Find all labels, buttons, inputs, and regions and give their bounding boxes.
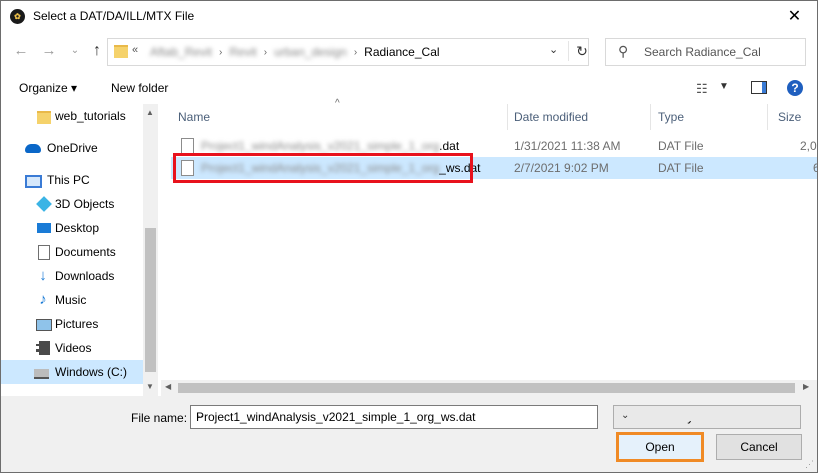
breadcrumb-current[interactable]: Radiance_Cal [364, 45, 439, 59]
nav-item-label: 3D Objects [55, 197, 115, 211]
file-type-dropdown-icon[interactable]: ⌄ [618, 410, 795, 421]
resize-grip-icon[interactable]: ⋰ [805, 459, 814, 470]
navigation-pane: web_tutorials OneDrive This PC 3D Object… [1, 104, 159, 396]
nav-item-label: This PC [47, 173, 90, 187]
column-header-date[interactable]: Date modified [508, 104, 651, 130]
address-bar[interactable]: « Aftab_Revit › Revit › urban_design › R… [107, 38, 589, 66]
title-bar: ✿ Select a DAT/DA/ILL/MTX File ✕ [1, 1, 817, 32]
recent-locations-chevron-icon[interactable]: ⌄ [65, 41, 85, 61]
videos-icon [36, 341, 50, 355]
breadcrumb-item[interactable]: urban_design [274, 45, 347, 59]
file-type: DAT File [658, 161, 704, 175]
selected-file-highlight [173, 153, 473, 183]
close-icon[interactable]: ✕ [772, 1, 817, 32]
preview-pane-icon[interactable] [751, 81, 767, 94]
onedrive-icon [25, 144, 41, 153]
nav-item-pictures[interactable]: Pictures [1, 312, 143, 336]
chevron-right-icon[interactable]: › [354, 47, 357, 58]
breadcrumb: Aftab_Revit › Revit › urban_design › Rad… [150, 45, 440, 59]
nav-item-label: Music [55, 293, 87, 307]
nav-item-label: Documents [55, 245, 116, 259]
organize-button[interactable]: Organize ▾ [19, 81, 77, 95]
file-date: 1/31/2021 11:38 AM [514, 139, 621, 153]
up-arrow-icon[interactable]: ↑ [87, 41, 107, 61]
scroll-left-icon[interactable]: ◀ [165, 382, 171, 391]
nav-item-web-tutorials[interactable]: web_tutorials [1, 104, 143, 128]
forward-arrow-icon[interactable]: → [39, 41, 59, 61]
window-title: Select a DAT/DA/ILL/MTX File [33, 9, 195, 23]
nav-item-label: Pictures [55, 317, 99, 331]
folder-icon [37, 111, 51, 124]
search-icon: ⚲ [618, 43, 629, 59]
nav-item-music[interactable]: ♪ Music [1, 288, 143, 312]
nav-item-documents[interactable]: Documents [1, 240, 143, 264]
scrollbar-thumb[interactable] [145, 228, 156, 372]
file-list: ^ Name Date modified Type Size Project1_… [161, 98, 817, 396]
back-arrow-icon[interactable]: ← [11, 41, 31, 61]
nav-item-label: Downloads [55, 269, 115, 283]
nav-item-label: Desktop [55, 221, 100, 235]
help-icon[interactable]: ? [787, 80, 803, 96]
command-bar: Organize ▾ New folder ☷ ▼ ? [1, 72, 817, 104]
breadcrumb-item[interactable]: Revit [229, 45, 256, 59]
file-type-select[interactable]: Radiance/Daysim Calculation F ⌄ [613, 405, 801, 429]
file-name-field[interactable]: Project1_windAnalysis_v2021_simple_1_org… [190, 405, 598, 429]
navigation-bar: ← → ⌄ ↑ « Aftab_Revit › Revit › urban_de… [1, 32, 817, 72]
desktop-icon [37, 223, 51, 233]
music-icon: ♪ [39, 291, 47, 308]
horizontal-scrollbar[interactable]: ◀ ▶ [161, 380, 817, 396]
view-options-icon[interactable]: ☷ [696, 81, 708, 97]
open-button[interactable]: Open [616, 432, 704, 462]
address-overflow[interactable]: « [132, 44, 138, 56]
file-date: 2/7/2021 9:02 PM [514, 161, 609, 175]
folder-icon [114, 45, 128, 58]
nav-item-windows-c[interactable]: Windows (C:) [1, 360, 143, 384]
file-open-dialog: ✿ Select a DAT/DA/ILL/MTX File ✕ ← → ⌄ ↑… [0, 0, 818, 473]
cancel-button[interactable]: Cancel [716, 434, 802, 460]
nav-item-this-pc[interactable]: This PC [1, 168, 143, 192]
3d-objects-icon [36, 196, 52, 212]
file-size: 2,02 [800, 139, 817, 153]
scroll-right-icon[interactable]: ▶ [803, 382, 809, 391]
nav-item-videos[interactable]: Videos [1, 336, 143, 360]
column-header-name[interactable]: Name [161, 104, 508, 130]
nav-item-label: web_tutorials [55, 109, 126, 123]
app-icon: ✿ [10, 9, 25, 24]
new-folder-button[interactable]: New folder [111, 81, 168, 95]
search-input[interactable]: Search Radiance_Cal [644, 45, 761, 59]
nav-item-3d-objects[interactable]: 3D Objects [1, 192, 143, 216]
file-icon [181, 138, 194, 154]
column-header-type[interactable]: Type [651, 104, 768, 130]
nav-item-onedrive[interactable]: OneDrive [1, 136, 143, 160]
nav-item-label: Videos [55, 341, 92, 355]
dialog-footer: File name: Project1_windAnalysis_v2021_s… [1, 396, 817, 472]
column-header-size[interactable]: Size [768, 104, 817, 130]
file-name-label: File name: [131, 411, 188, 425]
scroll-down-icon[interactable]: ▼ [146, 382, 154, 391]
nav-item-downloads[interactable]: ↓ Downloads [1, 264, 143, 288]
nav-item-desktop[interactable]: Desktop [1, 216, 143, 240]
file-name-dropdown-icon[interactable]: ⌄ [196, 410, 591, 421]
scroll-up-icon[interactable]: ▲ [146, 108, 154, 117]
pc-icon [25, 175, 42, 188]
pictures-icon [36, 319, 52, 331]
drive-icon [34, 369, 49, 379]
refresh-icon[interactable]: ↻ [568, 41, 591, 61]
scrollbar-thumb[interactable] [178, 383, 795, 393]
nav-scrollbar[interactable]: ▲ ▼ [143, 104, 158, 396]
address-dropdown-icon[interactable]: ⌄ [549, 43, 558, 56]
nav-item-label: OneDrive [47, 141, 98, 155]
documents-icon [38, 245, 50, 260]
search-box[interactable]: ⚲ Search Radiance_Cal [605, 38, 806, 66]
view-dropdown-icon[interactable]: ▼ [719, 81, 729, 92]
nav-item-label: Windows (C:) [55, 365, 128, 379]
chevron-right-icon[interactable]: › [219, 47, 222, 58]
file-type: DAT File [658, 139, 704, 153]
downloads-icon: ↓ [39, 267, 47, 284]
breadcrumb-item[interactable]: Aftab_Revit [150, 45, 212, 59]
chevron-right-icon[interactable]: › [264, 47, 267, 58]
file-size: 63 [813, 157, 817, 179]
